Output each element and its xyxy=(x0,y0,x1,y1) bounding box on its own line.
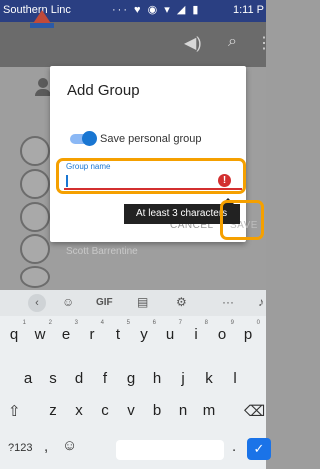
avatar xyxy=(20,266,50,288)
key-row-1: q1 w2 e3 r4 t5 y6 u7 i8 o9 p0 xyxy=(0,320,266,358)
key-d[interactable]: d xyxy=(69,370,89,387)
keyboard-toolbar: ‹ ☺ GIF ▤ ⚙ ··· ♪ xyxy=(0,290,266,316)
key-j[interactable]: j xyxy=(173,370,193,387)
avatar xyxy=(20,136,50,166)
key-n[interactable]: n xyxy=(173,402,193,419)
avatar xyxy=(20,234,50,264)
key-row-2: a s d f g h j k l xyxy=(0,370,266,402)
key-c[interactable]: c xyxy=(95,402,115,419)
keyboard-back-icon[interactable]: ‹ xyxy=(28,294,46,312)
key-s[interactable]: s xyxy=(43,370,63,387)
key-row-4: ?123 , ☺ . ✓ xyxy=(0,432,271,464)
key-i[interactable]: i8 xyxy=(186,320,208,343)
emoji-sticker-icon[interactable]: ☺ xyxy=(62,295,74,309)
app-bar: ◀) ⌕ ⋮ xyxy=(0,22,272,67)
key-m[interactable]: m xyxy=(199,402,219,419)
key-h[interactable]: h xyxy=(147,370,167,387)
mic-icon[interactable]: ♪ xyxy=(258,295,264,309)
volume-icon[interactable]: ◀) xyxy=(184,33,202,53)
key-p[interactable]: p0 xyxy=(238,320,260,343)
key-y[interactable]: y6 xyxy=(134,320,156,343)
comma-key[interactable]: , xyxy=(44,438,48,455)
space-key[interactable] xyxy=(116,440,224,460)
key-z[interactable]: z xyxy=(43,402,63,419)
avatar xyxy=(20,169,50,199)
key-b[interactable]: b xyxy=(147,402,167,419)
key-u[interactable]: u7 xyxy=(160,320,182,343)
key-row-3: ⇧ z x c v b n m ⌫ xyxy=(0,402,266,434)
person-icon-body xyxy=(35,89,51,96)
emoji-icon[interactable]: ☺ xyxy=(62,437,77,454)
key-r[interactable]: r4 xyxy=(82,320,105,343)
numbers-key[interactable]: ?123 xyxy=(8,442,32,454)
status-icons: ··· ♥ ◉ ▾ ◢ ▮ xyxy=(112,4,201,16)
contact-name[interactable]: Scott Barrentine xyxy=(66,246,138,257)
key-k[interactable]: k xyxy=(199,370,219,387)
more-icon[interactable]: ⋮ xyxy=(256,33,272,53)
key-q[interactable]: q1 xyxy=(4,320,26,343)
key-f[interactable]: f xyxy=(95,370,115,387)
more-options-icon[interactable]: ··· xyxy=(222,295,234,309)
key-g[interactable]: g xyxy=(121,370,141,387)
highlight-save-button xyxy=(220,200,264,240)
dialog-title: Add Group xyxy=(67,82,140,99)
save-personal-switch[interactable] xyxy=(82,131,97,146)
key-x[interactable]: x xyxy=(69,402,89,419)
clipboard-icon[interactable]: ▤ xyxy=(137,295,148,309)
key-a[interactable]: a xyxy=(18,370,38,387)
clock: 1:11 P xyxy=(233,4,264,16)
search-icon[interactable]: ⌕ xyxy=(228,33,237,51)
key-t[interactable]: t5 xyxy=(108,320,130,343)
shift-icon[interactable]: ⇧ xyxy=(8,402,21,420)
period-key[interactable]: . xyxy=(232,438,236,455)
key-w[interactable]: w2 xyxy=(30,320,52,343)
key-v[interactable]: v xyxy=(121,402,141,419)
enter-check-icon[interactable]: ✓ xyxy=(247,438,271,460)
key-l[interactable]: l xyxy=(225,370,245,387)
gif-button[interactable]: GIF xyxy=(96,297,113,308)
key-o[interactable]: o9 xyxy=(212,320,234,343)
switch-label: Save personal group xyxy=(100,133,202,145)
avatar xyxy=(20,202,50,232)
app-logo-base xyxy=(30,23,54,28)
highlight-group-name-field xyxy=(56,158,246,194)
backspace-icon[interactable]: ⌫ xyxy=(244,402,265,420)
person-icon xyxy=(38,78,48,88)
soft-keyboard: ‹ ☺ GIF ▤ ⚙ ··· ♪ q1 w2 e3 r4 t5 y6 u7 i… xyxy=(0,290,271,469)
key-e[interactable]: e3 xyxy=(56,320,78,343)
settings-gear-icon[interactable]: ⚙ xyxy=(176,295,187,309)
